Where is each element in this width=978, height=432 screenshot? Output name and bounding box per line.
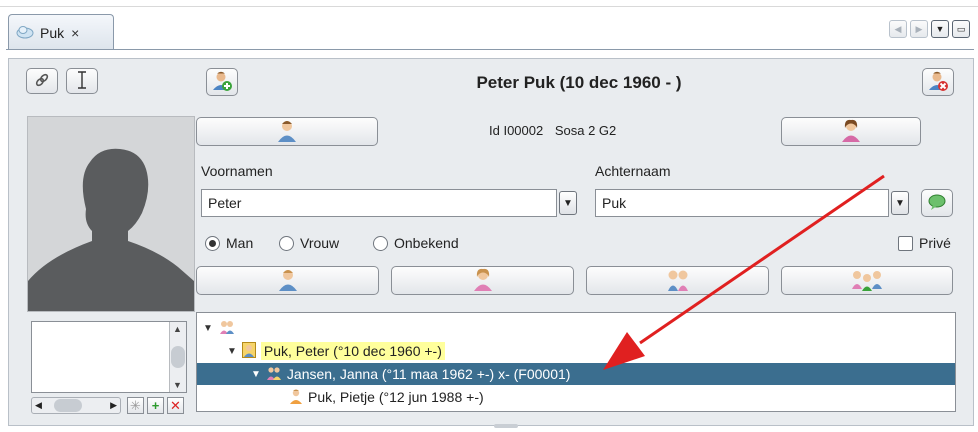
annotation-arrow bbox=[603, 174, 885, 370]
arrow-head-icon bbox=[603, 332, 645, 370]
arrow-shaft bbox=[639, 174, 885, 345]
